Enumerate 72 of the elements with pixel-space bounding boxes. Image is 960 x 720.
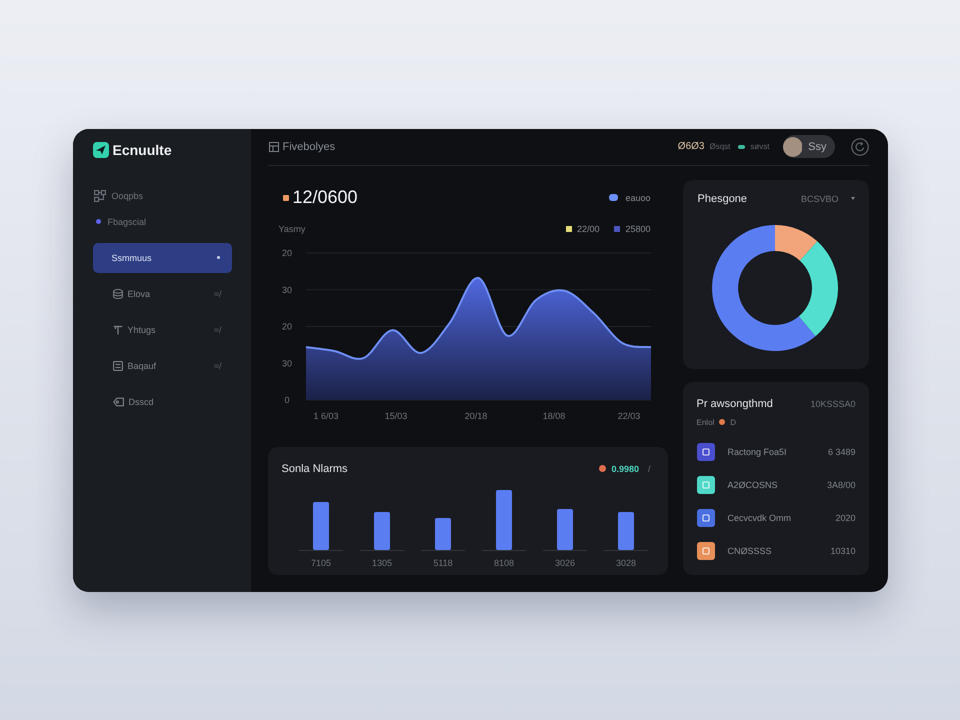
axis-label: 1 6/03 (312, 410, 338, 420)
row-value: 10310 (830, 546, 856, 556)
network-icon (94, 190, 106, 202)
status-label: søvst (750, 142, 770, 151)
section-label: Fbagscial (108, 216, 146, 226)
row-value: 2020 (835, 513, 856, 523)
row-label: A2ØCOSNS (728, 480, 778, 490)
nav-item[interactable]: Dsscd (92, 386, 232, 416)
axis-label: 18/08 (542, 410, 565, 420)
axis-label: 30 (282, 358, 292, 368)
t-shape-icon (112, 324, 122, 334)
bar (496, 490, 512, 550)
status-pill-icon (738, 144, 746, 148)
axis-label: 1305 (371, 558, 392, 568)
bar (618, 512, 634, 550)
axis-label: 3028 (615, 558, 636, 568)
dot-icon (216, 256, 220, 259)
nav-item[interactable]: Yhtugs ≈/ (92, 314, 232, 344)
nav-item[interactable]: Baqauf ≈/ (92, 350, 232, 380)
axis-label: 15/03 (384, 410, 407, 420)
stat-value: Ø6Ø3 (678, 141, 704, 152)
headline-value: 12/0600 (292, 187, 358, 208)
axis-title: Yasmy (278, 224, 306, 234)
tag-icon (112, 396, 124, 406)
square-marker-icon (282, 194, 288, 200)
axis-label: 3026 (554, 558, 575, 568)
axis-label: 30 (282, 284, 292, 294)
card-title: Pr awsongthmd (696, 398, 773, 410)
brand-name: Ecnuulte (112, 142, 172, 158)
row-label: CNØSSSS (728, 546, 772, 556)
axis-label: 22/03 (617, 410, 640, 420)
axis-label: 20/18 (464, 410, 487, 420)
status-dot-icon (719, 419, 726, 425)
section-label: Ooqpbs (112, 190, 144, 200)
user-menu-button[interactable]: Ssy (782, 135, 834, 158)
status-dot-icon (599, 465, 606, 472)
bar (374, 512, 390, 550)
status-dot-icon (96, 219, 100, 224)
row-label: Ractong Foa5I (728, 447, 787, 457)
row-value: 3A8/00 (826, 480, 856, 490)
axis-label: 20 (282, 321, 292, 331)
nav-item[interactable]: Ssmmuus (92, 242, 232, 272)
legend-label: 25800 (625, 224, 650, 234)
nav-item[interactable]: Elova ≈/ (92, 278, 232, 308)
bar (434, 518, 450, 550)
axis-label: 7105 (310, 558, 331, 568)
row-label: Cecvcvdk Omm (728, 513, 792, 523)
total-value: 10KSSSA0 (810, 398, 856, 408)
layout-icon (268, 142, 278, 152)
legend-label: eauoo (625, 192, 650, 202)
list-icon (112, 360, 122, 370)
legend-label: 22/00 (576, 224, 600, 234)
axis-label: 5118 (432, 558, 452, 568)
avatar-icon (782, 136, 802, 158)
card-title: Sonla Nlarms (282, 462, 348, 474)
reading-value: 0.9980 (611, 464, 639, 474)
logo-icon (92, 142, 108, 158)
page-title: Fivebolyes (282, 140, 336, 152)
row-value: 6 3489 (828, 447, 856, 457)
axis-label: 0 (284, 394, 289, 404)
caret-icon (850, 197, 854, 200)
axis-label: 8108 (493, 558, 514, 568)
subtitle: Enlol (696, 418, 714, 426)
database-icon (112, 288, 122, 298)
stat-label: Øsqst (709, 142, 730, 151)
bar (556, 508, 572, 550)
trend-mark: / (648, 464, 650, 474)
card-title: Phesgone (698, 192, 748, 204)
bar (312, 502, 328, 550)
filter-dropdown[interactable]: BCSVBO (800, 194, 854, 204)
axis-label: 20 (282, 248, 292, 258)
sub-value: D (730, 418, 736, 426)
